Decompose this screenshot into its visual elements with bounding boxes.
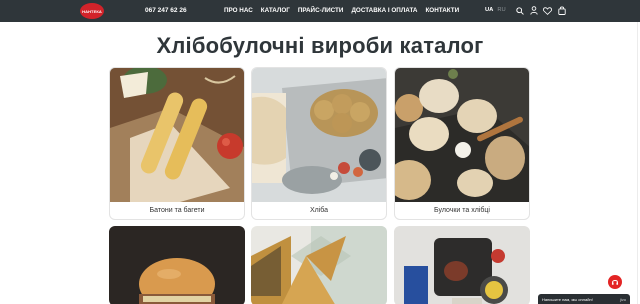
category-card-croissants[interactable] [251,226,387,304]
headset-icon [611,280,619,285]
category-photo-breads [252,68,386,202]
chat-launcher-button[interactable] [608,275,622,289]
header-icons [515,5,566,16]
nav-about[interactable]: ПРО НАС [224,7,253,14]
category-card-baguettes[interactable]: Батони та багети [109,67,245,220]
category-card-buns[interactable]: Булочки та хлібці [394,67,530,220]
cart-icon[interactable] [557,5,566,16]
nav-contacts[interactable]: КОНТАКТИ [425,7,459,14]
category-card-burgers[interactable] [109,226,245,304]
search-icon[interactable] [515,5,524,16]
category-label-buns: Булочки та хлібці [434,207,490,214]
nav-catalog[interactable]: КАТАЛОГ [261,7,290,14]
nav-price-lists[interactable]: ПРАЙС-ЛИСТИ [298,7,344,14]
lang-ua[interactable]: UA [485,7,493,13]
nav-delivery[interactable]: ДОСТАВКА І ОПЛАТА [351,7,417,14]
phone-number[interactable]: 067 247 62 26 [145,7,187,14]
heart-icon[interactable] [543,5,552,16]
scrollbar-track[interactable] [637,22,638,304]
user-icon[interactable] [529,5,538,16]
page: НАНТЕКА 067 247 62 26 ПРО НАС КАТАЛОГ ПР… [0,0,640,304]
lang-ru[interactable]: RU [497,7,505,13]
language-switcher: UA RU [485,7,506,13]
chat-bar[interactable]: Напишите нам, мы онлайн! jivo [538,294,630,304]
category-photo-baguettes [110,68,244,202]
category-card-grill[interactable] [394,226,530,304]
main-nav: ПРО НАС КАТАЛОГ ПРАЙС-ЛИСТИ ДОСТАВКА І О… [224,7,459,14]
site-header: НАНТЕКА 067 247 62 26 ПРО НАС КАТАЛОГ ПР… [0,0,640,22]
page-title: Хлібобулочні вироби каталог [156,33,484,58]
chat-bar-text: Напишите нам, мы онлайн! [542,296,593,302]
brand-logo[interactable]: НАНТЕКА [80,3,104,19]
brand-logo-text: НАНТЕКА [82,8,102,14]
category-label-baguettes: Батони та багети [149,207,205,214]
category-card-breads[interactable]: Хліба [251,67,387,220]
category-label-breads: Хліба [309,207,329,214]
category-photo-buns [395,68,529,202]
chat-provider-tag: jivo [619,296,626,302]
